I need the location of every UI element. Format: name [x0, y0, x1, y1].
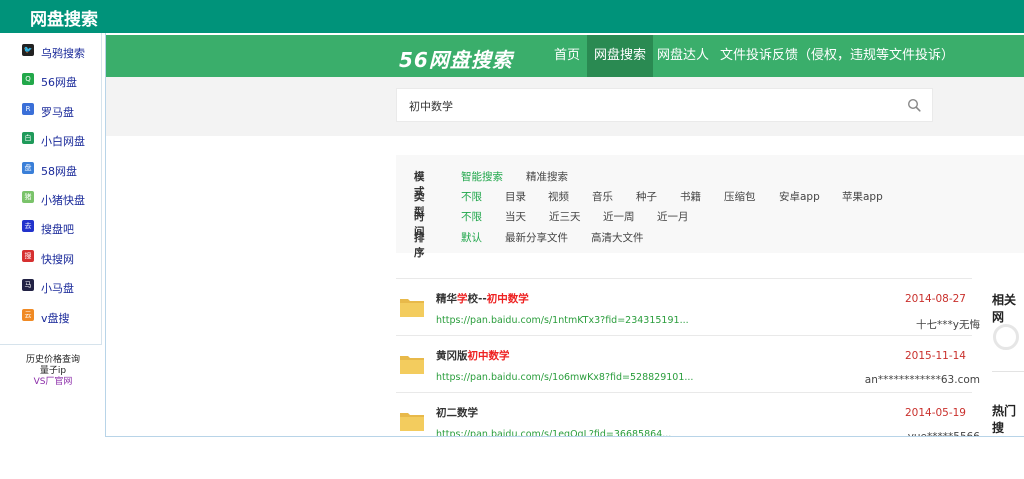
- filter-option[interactable]: 默认: [461, 230, 482, 245]
- filter-option[interactable]: 不限: [461, 209, 482, 224]
- filter-option[interactable]: 智能搜索: [461, 169, 503, 184]
- result-link[interactable]: https://pan.baidu.com/s/1eqOgL?fid=36685…: [436, 429, 671, 436]
- crow-icon: 🐦: [22, 44, 34, 56]
- sidebar-item-label: 搜盘吧: [41, 223, 74, 237]
- price-history-link[interactable]: 历史价格查询: [0, 355, 106, 366]
- sidebar-item[interactable]: Q 56网盘: [0, 66, 100, 95]
- sidebar: 🐦 乌鸦搜索 Q 56网盘 R 罗马盘白小白网盘盘 58网盘猪小猪快盘去搜盘吧搜快搜网马小马…: [0, 33, 106, 353]
- bai-logo-icon: 白: [22, 132, 34, 145]
- cloud-logo-icon: 云: [22, 308, 34, 321]
- filter-option[interactable]: 最新分享文件: [505, 230, 568, 245]
- sidebar-item-label: v盘搜: [41, 311, 70, 325]
- filter-option[interactable]: 种子: [636, 189, 657, 204]
- title-highlight: 初中数学: [467, 350, 510, 362]
- embedded-site-frame: 56网盘搜索 首页 网盘搜索 网盘达人 文件投诉反馈（侵权，违规等文件投诉） 模…: [105, 33, 1024, 437]
- sou-logo-icon: 去: [22, 220, 34, 233]
- related-heading: 相关网: [992, 293, 1017, 324]
- result-link[interactable]: https://pan.baidu.com/s/1o6mwKx8?fid=528…: [436, 372, 693, 383]
- pan-logo-icon: 盘: [22, 161, 34, 174]
- divider: [992, 371, 1024, 372]
- result-user: 十七***y无悔: [916, 319, 980, 331]
- filter-option[interactable]: 近一周: [603, 209, 635, 224]
- top-bar: 网盘搜索: [0, 0, 1024, 33]
- result-link[interactable]: https://pan.baidu.com/s/1ntmKTx3?fid=234…: [436, 315, 689, 326]
- sidebar-item[interactable]: 🐦 乌鸦搜索: [0, 37, 100, 66]
- sidebar-item-label: 小马盘: [41, 282, 74, 296]
- quantum-ip-link[interactable]: 量子ip: [0, 366, 106, 377]
- filter-option[interactable]: 安卓app: [779, 189, 820, 204]
- sidebar-item-label: 小白网盘: [41, 135, 85, 149]
- sidebar-item-label: 乌鸦搜索: [41, 47, 85, 60]
- vs-official-link[interactable]: VS厂官网: [0, 377, 106, 388]
- sidebar-item-label: 58网盘: [41, 164, 77, 178]
- filter-label-sort: 排序: [414, 232, 425, 259]
- search-q-icon: Q: [22, 73, 34, 86]
- result-item: 初二数学 https://pan.baidu.com/s/1eqOgL?fid=3…: [396, 392, 980, 436]
- result-date: 2014-05-19: [904, 407, 966, 419]
- sidebar-item[interactable]: 盘 58网盘: [0, 155, 100, 184]
- nav-pan-expert[interactable]: 网盘达人: [650, 35, 716, 77]
- sidebar-item[interactable]: 猪小猪快盘: [0, 184, 100, 213]
- search-icon[interactable]: [907, 98, 921, 112]
- filter-option[interactable]: 当天: [505, 209, 526, 224]
- filter-option[interactable]: 视频: [548, 189, 569, 204]
- result-title[interactable]: 初二数学: [436, 405, 478, 420]
- result-date: 2015-11-14: [904, 350, 966, 362]
- filter-option[interactable]: 不限: [461, 189, 482, 204]
- sidebar-item[interactable]: 云 v盘搜: [0, 302, 100, 331]
- sidebar-item-label: 小猪快盘: [41, 194, 85, 207]
- sidebar-item[interactable]: 去搜盘吧: [0, 213, 100, 242]
- filter-option[interactable]: 压缩包: [724, 189, 756, 204]
- result-user: an************63.com: [864, 374, 980, 386]
- filter-option[interactable]: 近一月: [657, 209, 689, 224]
- sidebar-item-label: 罗马盘: [41, 105, 74, 119]
- filter-option[interactable]: 精准搜索: [526, 169, 568, 184]
- filter-option[interactable]: 苹果app: [842, 189, 883, 204]
- result-user: yue*****5566: [907, 431, 980, 437]
- folder-icon: [400, 299, 424, 317]
- sidebar-item[interactable]: 白小白网盘: [0, 125, 100, 154]
- result-date: 2014-08-27: [904, 293, 966, 305]
- folder-icon: [400, 413, 424, 431]
- result-item: 精华学校--初中数学 https://pan.baidu.com/s/1ntmKT…: [396, 278, 980, 335]
- site-logo[interactable]: 56网盘搜索: [399, 44, 513, 73]
- title-text: 初二数学: [436, 407, 478, 419]
- filter-option[interactable]: 高清大文件: [591, 230, 644, 245]
- result-item: 黄冈版初中数学 https://pan.baidu.com/s/1o6mwKx8?…: [396, 335, 980, 392]
- sidebar-item[interactable]: 马小马盘: [0, 272, 100, 301]
- avatar: [993, 324, 1019, 350]
- sidebar-item-label: 56网盘: [41, 76, 77, 90]
- search-band: [106, 77, 1024, 136]
- sidebar-item-label: 快搜网: [41, 252, 74, 266]
- title-text: 黄冈版: [436, 350, 468, 362]
- sidebar-item[interactable]: R 罗马盘: [0, 96, 100, 125]
- sidebar-footer: 历史价格查询 量子ip VS厂官网: [0, 355, 106, 395]
- result-title[interactable]: 黄冈版初中数学: [436, 348, 510, 363]
- search-box: [396, 88, 933, 122]
- filter-option[interactable]: 书籍: [680, 189, 701, 204]
- nav-pan-search[interactable]: 网盘搜索: [587, 35, 654, 77]
- filter-option[interactable]: 音乐: [592, 189, 613, 204]
- title-highlight: 初中数学: [486, 293, 529, 305]
- title-text: 校--: [467, 293, 487, 305]
- title-highlight: 学: [457, 293, 468, 305]
- filter-option[interactable]: 近三天: [549, 209, 581, 224]
- filter-panel: 模式 智能搜索 精准搜索 类型 不限 目录 视频 音乐 种子 书籍 压缩包 安卓app 苹果app 时…: [396, 155, 1024, 259]
- horse-logo-icon: 马: [22, 279, 34, 292]
- search-input[interactable]: [409, 97, 889, 115]
- nav-complaint[interactable]: 文件投诉反馈（侵权，违规等文件投诉）: [713, 35, 961, 77]
- result-title[interactable]: 精华学校--初中数学: [436, 291, 529, 306]
- title-text: 精华: [436, 293, 457, 305]
- app-title: 网盘搜索: [30, 10, 98, 30]
- nav-home[interactable]: 首页: [547, 35, 587, 77]
- kuai-logo-icon: 搜: [22, 249, 34, 262]
- sidebar-item[interactable]: 搜快搜网: [0, 243, 100, 272]
- sidebar-list: 🐦 乌鸦搜索 Q 56网盘 R 罗马盘白小白网盘盘 58网盘猪小猪快盘去搜盘吧搜快搜网马小马…: [0, 33, 102, 345]
- hot-heading: 热门搜: [992, 404, 1017, 435]
- filter-option[interactable]: 目录: [505, 189, 526, 204]
- site-header: 56网盘搜索 首页 网盘搜索 网盘达人 文件投诉反馈（侵权，违规等文件投诉）: [106, 35, 1024, 77]
- folder-icon: [400, 356, 424, 374]
- r-logo-icon: R: [22, 102, 34, 115]
- pig-logo-icon: 猪: [22, 191, 34, 203]
